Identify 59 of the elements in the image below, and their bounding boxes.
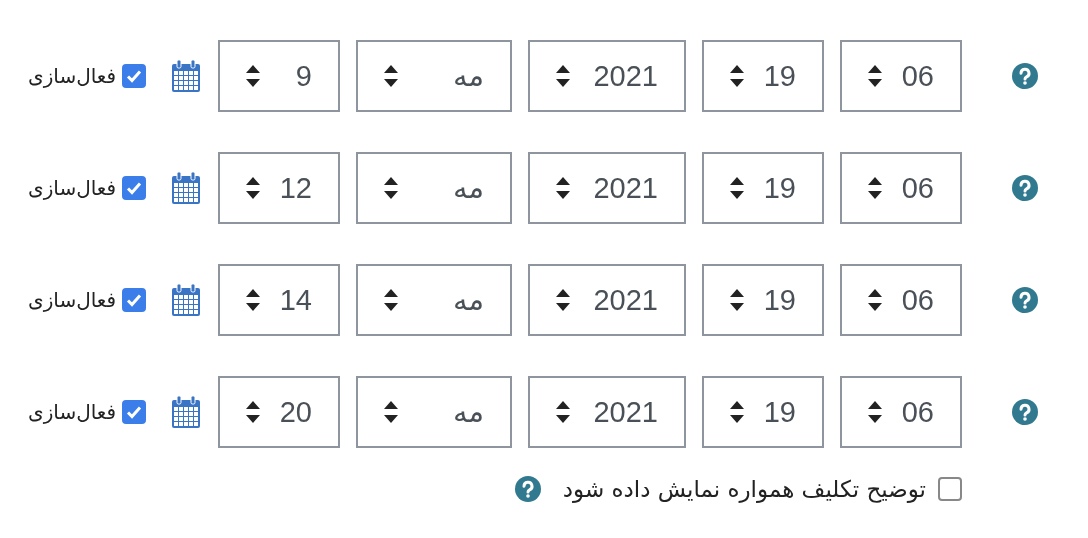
sort-arrows-icon: [384, 177, 398, 199]
sort-arrows-icon: [246, 401, 260, 423]
sort-arrows-icon: [384, 289, 398, 311]
sort-arrows-icon: [730, 401, 744, 423]
sort-arrows-icon: [556, 289, 570, 311]
enable-label: فعال‌سازی: [28, 400, 116, 424]
day-select[interactable]: 12: [218, 152, 340, 224]
checkbox[interactable]: [122, 288, 146, 312]
help-icon[interactable]: [1012, 175, 1038, 201]
sort-arrows-icon: [384, 65, 398, 87]
hour-select[interactable]: 19: [702, 152, 824, 224]
checkbox[interactable]: [122, 176, 146, 200]
sort-arrows-icon: [384, 401, 398, 423]
hour-select[interactable]: 19: [702, 264, 824, 336]
sort-arrows-icon: [730, 289, 744, 311]
day-select[interactable]: 14: [218, 264, 340, 336]
help-icon[interactable]: [1012, 287, 1038, 313]
checkbox[interactable]: [122, 400, 146, 424]
sort-arrows-icon: [868, 289, 882, 311]
year-select[interactable]: 2021: [528, 152, 686, 224]
minute-select[interactable]: 06: [840, 40, 962, 112]
checkbox[interactable]: [938, 477, 962, 501]
hour-select[interactable]: 19: [702, 376, 824, 448]
sort-arrows-icon: [556, 401, 570, 423]
month-select[interactable]: مه: [356, 264, 512, 336]
calendar-icon[interactable]: [172, 284, 200, 316]
year-select[interactable]: 2021: [528, 376, 686, 448]
sort-arrows-icon: [730, 65, 744, 87]
minute-select[interactable]: 06: [840, 152, 962, 224]
sort-arrows-icon: [556, 177, 570, 199]
help-icon[interactable]: [1012, 399, 1038, 425]
enable-label: فعال‌سازی: [28, 288, 116, 312]
checkbox-label: توضیح تکلیف همواره نمایش داده شود: [562, 476, 926, 502]
hour-select[interactable]: 19: [702, 40, 824, 112]
calendar-icon[interactable]: [172, 396, 200, 428]
enable-label: فعال‌سازی: [28, 176, 116, 200]
month-select[interactable]: مه: [356, 152, 512, 224]
sort-arrows-icon: [868, 401, 882, 423]
calendar-icon[interactable]: [172, 172, 200, 204]
month-select[interactable]: مه: [356, 40, 512, 112]
sort-arrows-icon: [246, 289, 260, 311]
day-select[interactable]: 9: [218, 40, 340, 112]
minute-select[interactable]: 06: [840, 376, 962, 448]
sort-arrows-icon: [246, 177, 260, 199]
minute-select[interactable]: 06: [840, 264, 962, 336]
sort-arrows-icon: [730, 177, 744, 199]
sort-arrows-icon: [868, 65, 882, 87]
month-select[interactable]: مه: [356, 376, 512, 448]
sort-arrows-icon: [868, 177, 882, 199]
enable-label: فعال‌سازی: [28, 64, 116, 88]
year-select[interactable]: 2021: [528, 264, 686, 336]
sort-arrows-icon: [556, 65, 570, 87]
calendar-icon[interactable]: [172, 60, 200, 92]
sort-arrows-icon: [246, 65, 260, 87]
checkbox[interactable]: [122, 64, 146, 88]
year-select[interactable]: 2021: [528, 40, 686, 112]
help-icon[interactable]: [514, 476, 541, 502]
help-icon[interactable]: [1012, 63, 1038, 89]
day-select[interactable]: 20: [218, 376, 340, 448]
